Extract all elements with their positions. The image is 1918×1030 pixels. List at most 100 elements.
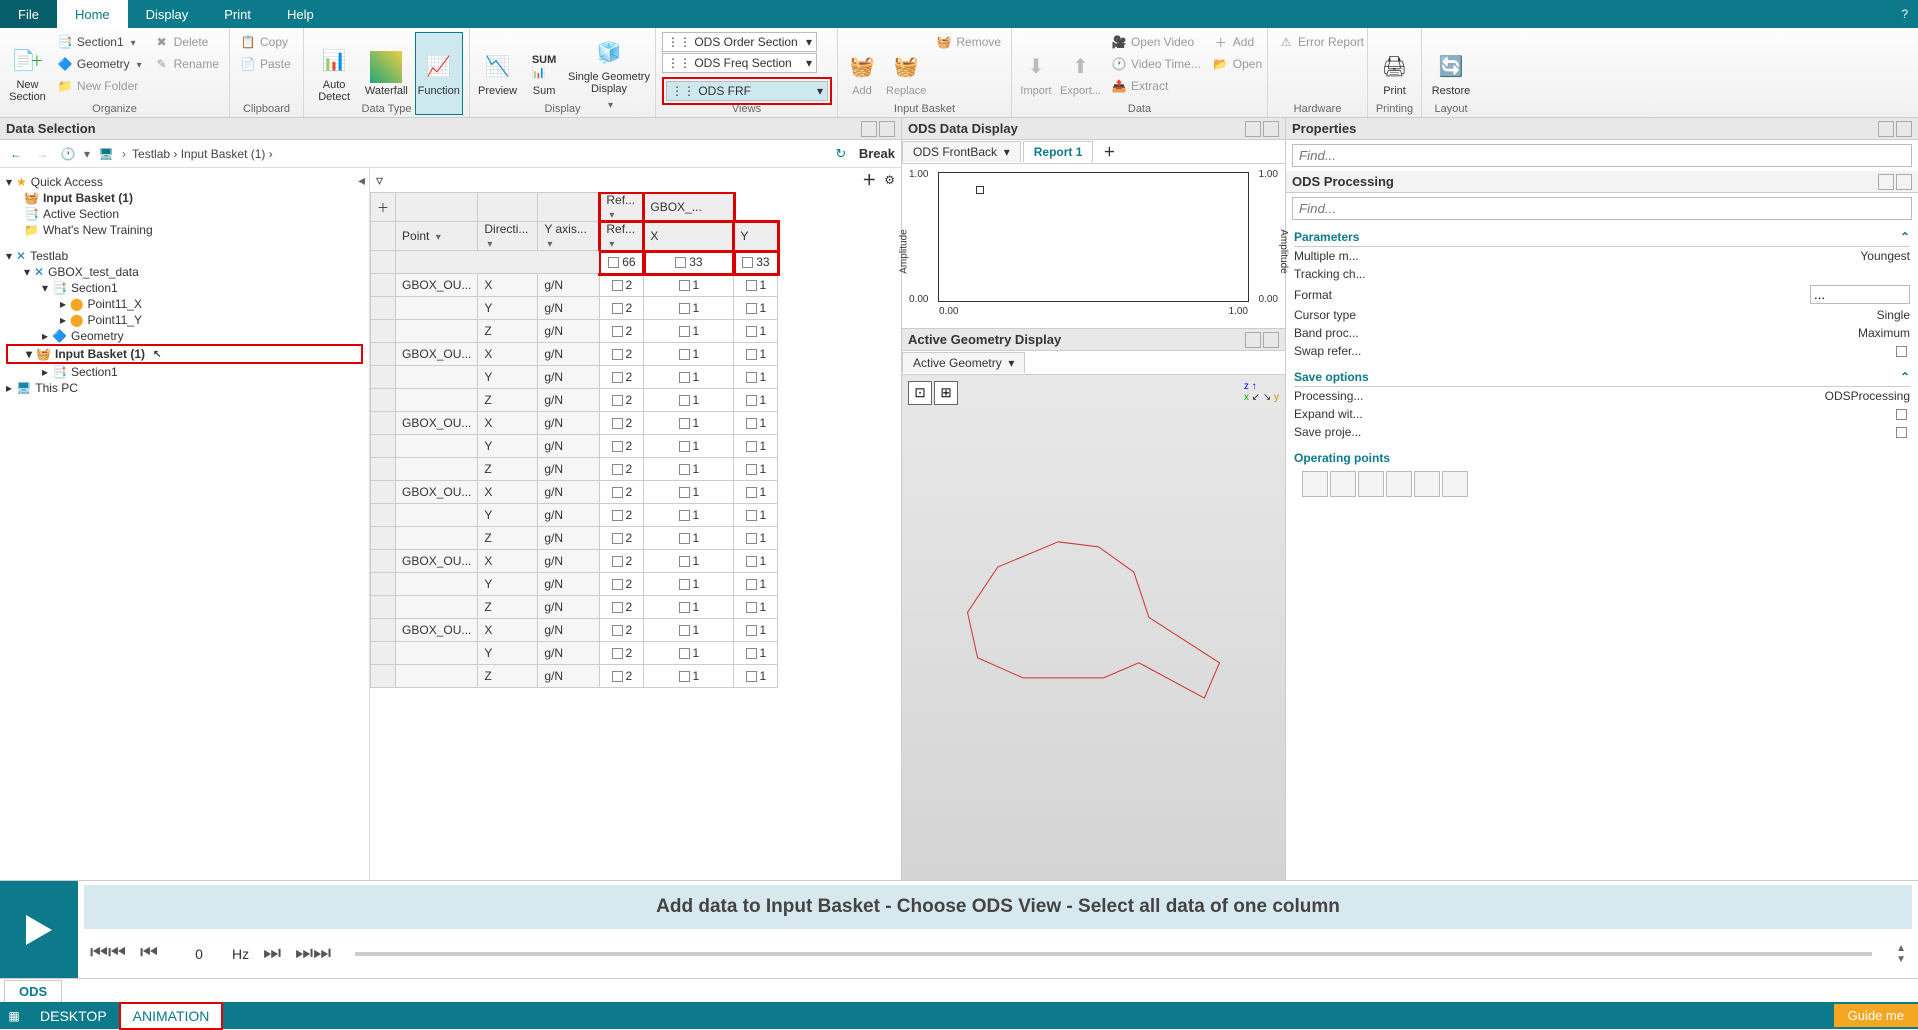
rename-button[interactable]: ✎Rename xyxy=(150,54,223,74)
status-grid-icon[interactable]: ▦ xyxy=(0,1002,28,1029)
ods-processing-find-input[interactable] xyxy=(1292,197,1912,220)
status-desktop[interactable]: DESKTOP xyxy=(28,1004,119,1028)
break-button[interactable]: Break xyxy=(859,146,895,161)
band-proc-value[interactable]: Maximum xyxy=(1858,326,1910,340)
op-icon-6[interactable] xyxy=(1442,471,1468,497)
table-row[interactable]: Yg/N211 xyxy=(371,435,778,458)
table-row[interactable]: Zg/N211 xyxy=(371,596,778,619)
table-row[interactable]: GBOX_OU...Xg/N211 xyxy=(371,481,778,504)
op-icon-3[interactable] xyxy=(1358,471,1384,497)
refresh-history-icon[interactable]: 🕐 xyxy=(58,144,78,164)
data-grid[interactable]: ＋ Ref... GBOX_... Point Directi... Y axi… xyxy=(370,192,778,688)
tree-gbox-data[interactable]: ▾✕GBOX_test_data xyxy=(6,264,363,280)
tree-section1[interactable]: ▾📑Section1 xyxy=(6,280,363,296)
table-row[interactable]: Yg/N211 xyxy=(371,573,778,596)
properties-find-input[interactable] xyxy=(1292,144,1912,167)
help-icon[interactable]: ? xyxy=(1891,0,1918,28)
tab-display[interactable]: Display xyxy=(128,0,207,28)
error-report-button[interactable]: ⚠Error Report xyxy=(1274,32,1368,52)
panel-btn-1[interactable] xyxy=(861,121,877,137)
ag-hbtn-1[interactable] xyxy=(1245,332,1261,348)
tree-geometry[interactable]: ▸🔷Geometry xyxy=(6,328,363,344)
next-button[interactable]: ⏭ xyxy=(263,942,281,965)
multiple-m-value[interactable]: Youngest xyxy=(1860,249,1910,263)
ods-hbtn-2[interactable] xyxy=(1263,121,1279,137)
ods-hbtn-1[interactable] xyxy=(1245,121,1261,137)
tree-this-pc[interactable]: ▸🖥This PC xyxy=(6,380,363,396)
add-col-icon[interactable]: ＋ xyxy=(862,170,876,190)
collapse-params[interactable]: ⌃ xyxy=(1900,230,1910,244)
tab-ods-frontback[interactable]: ODS FrontBack ▾ xyxy=(902,141,1021,162)
tree-ib-section1[interactable]: ▸📑Section1 xyxy=(6,364,363,380)
right-arrows[interactable]: ▲▼ xyxy=(1896,943,1906,965)
geometry-canvas[interactable]: ⊡ ⊞ z ↑ x ↙ ↘ y xyxy=(902,375,1285,880)
breadcrumb-path[interactable]: Testlab › Input Basket (1) › xyxy=(132,147,825,161)
chart-box[interactable]: 1.00 0.00 1.00 0.00 0.00 1.00 xyxy=(938,172,1249,302)
table-row[interactable]: GBOX_OU...Xg/N211 xyxy=(371,550,778,573)
forward-icon[interactable]: → xyxy=(32,144,52,164)
tree-p11x[interactable]: ▸⬤Point11_X xyxy=(6,296,363,312)
tab-home[interactable]: Home xyxy=(57,0,128,28)
open-data-button[interactable]: 📂Open xyxy=(1209,54,1266,74)
table-row[interactable]: Zg/N211 xyxy=(371,389,778,412)
delete-button[interactable]: ✖Delete xyxy=(150,32,223,52)
op-icon-5[interactable] xyxy=(1414,471,1440,497)
ods-frf-dropdown[interactable]: ⋮⋮ ODS FRF▾ xyxy=(666,81,828,101)
table-row[interactable]: GBOX_OU...Xg/N211 xyxy=(371,274,778,297)
expand-check[interactable] xyxy=(1896,409,1907,420)
section-dropdown[interactable]: 📑Section1 xyxy=(53,32,146,52)
paste-button[interactable]: 📄Paste xyxy=(236,54,295,74)
status-animation[interactable]: ANIMATION xyxy=(119,1002,224,1030)
table-row[interactable]: Yg/N211 xyxy=(371,366,778,389)
tree-whats-new[interactable]: 📁What's New Training xyxy=(6,222,363,238)
remove-basket-button[interactable]: 🧺Remove xyxy=(932,32,1005,52)
extract-button[interactable]: 📤Extract xyxy=(1107,76,1205,96)
table-row[interactable]: Yg/N211 xyxy=(371,504,778,527)
back-icon[interactable]: ← xyxy=(6,144,26,164)
gear-icon[interactable]: ⚙ xyxy=(884,173,895,187)
table-row[interactable]: Zg/N211 xyxy=(371,320,778,343)
video-time-button[interactable]: 🕐Video Time... xyxy=(1107,54,1205,74)
tree-input-basket-hl[interactable]: ▾🧺Input Basket (1)↖ xyxy=(6,344,363,364)
bottom-tab-ods[interactable]: ODS xyxy=(4,980,62,1002)
table-row[interactable]: GBOX_OU...Xg/N211 xyxy=(371,343,778,366)
tab-file[interactable]: File xyxy=(0,0,57,28)
prop-hbtn-2[interactable] xyxy=(1896,121,1912,137)
active-geometry-dropdown[interactable]: Active Geometry ▾ xyxy=(902,352,1025,373)
new-folder-button[interactable]: 📁New Folder xyxy=(53,76,146,96)
prop-hbtn-1[interactable] xyxy=(1878,121,1894,137)
op-icon-2[interactable] xyxy=(1330,471,1356,497)
swap-check[interactable] xyxy=(1896,346,1907,357)
table-row[interactable]: GBOX_OU...Xg/N211 xyxy=(371,619,778,642)
odsp-hbtn-1[interactable] xyxy=(1878,174,1894,190)
op-icon-1[interactable] xyxy=(1302,471,1328,497)
tree-testlab[interactable]: ▾✕Testlab xyxy=(6,248,363,264)
geometry-dropdown[interactable]: 🔷Geometry xyxy=(53,54,146,74)
add-data-button[interactable]: ＋Add xyxy=(1209,32,1266,52)
ods-order-dropdown[interactable]: ⋮⋮ ODS Order Section▾ xyxy=(662,32,817,52)
tab-help[interactable]: Help xyxy=(269,0,332,28)
fastfwd-button[interactable]: ⏭⏭ xyxy=(295,942,331,965)
save-proj-check[interactable] xyxy=(1896,427,1907,438)
tree-active-section[interactable]: 📑Active Section xyxy=(6,206,363,222)
format-input[interactable] xyxy=(1810,285,1910,304)
tab-add[interactable]: ＋ xyxy=(1095,140,1123,163)
table-row[interactable]: Zg/N211 xyxy=(371,527,778,550)
tree-p11y[interactable]: ▸⬤Point11_Y xyxy=(6,312,363,328)
op-icon-4[interactable] xyxy=(1386,471,1412,497)
table-row[interactable]: GBOX_OU...Xg/N211 xyxy=(371,412,778,435)
ag-hbtn-2[interactable] xyxy=(1263,332,1279,348)
tree-quick-access[interactable]: ▾★Quick Access xyxy=(6,174,363,190)
reload-icon[interactable]: ↻ xyxy=(831,144,851,164)
ods-freq-dropdown[interactable]: ⋮⋮ ODS Freq Section▾ xyxy=(662,53,817,73)
open-video-button[interactable]: 🎥Open Video xyxy=(1107,32,1205,52)
collapse-tree[interactable]: ◂ xyxy=(358,172,365,189)
prev-button[interactable]: ⏮ xyxy=(140,942,158,965)
cursor-type-value[interactable]: Single xyxy=(1877,308,1910,322)
collapse-save[interactable]: ⌃ xyxy=(1900,370,1910,384)
add-row-icon[interactable]: ＋ xyxy=(377,201,389,215)
copy-button[interactable]: 📋Copy xyxy=(236,32,295,52)
table-row[interactable]: Zg/N211 xyxy=(371,458,778,481)
table-row[interactable]: Yg/N211 xyxy=(371,297,778,320)
table-row[interactable]: Yg/N211 xyxy=(371,642,778,665)
